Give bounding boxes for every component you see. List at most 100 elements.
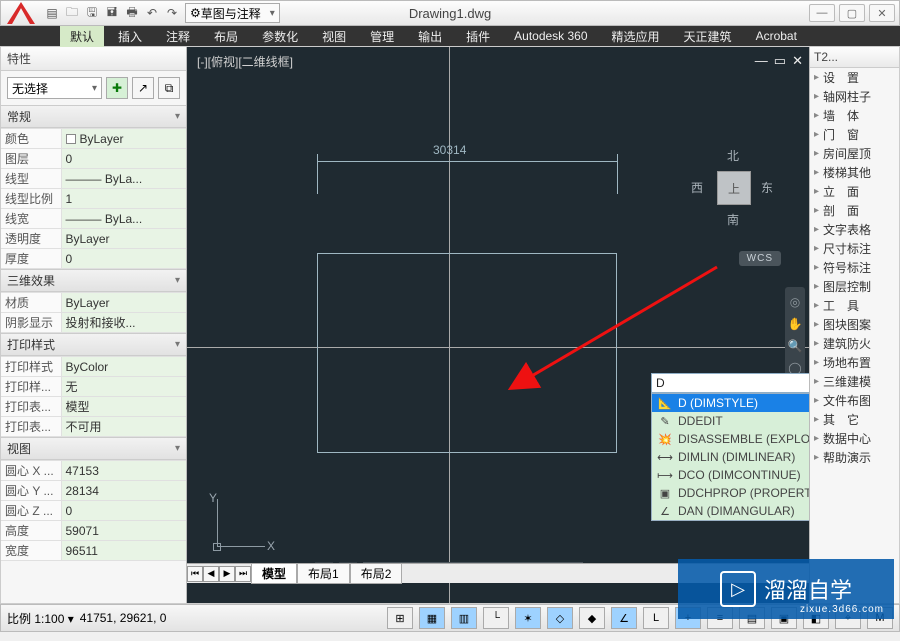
tab-last-icon[interactable]: ⏭ — [235, 566, 251, 582]
viewport-label[interactable]: [-][俯视][二维线框] — [197, 53, 293, 70]
sb-grid-icon[interactable]: ▥ — [451, 607, 477, 629]
ribbon-tab-acrobat[interactable]: Acrobat — [746, 27, 807, 45]
ritem-axis[interactable]: ▸轴网柱子 — [810, 87, 899, 106]
ribbon-tab-tianzheng[interactable]: 天正建筑 — [674, 26, 742, 47]
save-icon[interactable]: 🖫 — [83, 4, 101, 22]
tab-first-icon[interactable]: ⏮ — [187, 566, 203, 582]
sb-polar-icon[interactable]: ✶ — [515, 607, 541, 629]
sb-infer-icon[interactable]: ⊞ — [387, 607, 413, 629]
ac-item-dimlinear[interactable]: ⟷DIMLIN (DIMLINEAR) — [652, 448, 809, 466]
ritem-site[interactable]: ▸场地布置 — [810, 353, 899, 372]
sb-otrack-icon[interactable]: ∠ — [611, 607, 637, 629]
group-plot[interactable]: 打印样式▾ — [1, 333, 186, 356]
ritem-3dmodel[interactable]: ▸三维建模 — [810, 372, 899, 391]
ac-item-properties[interactable]: ▣DDCHPROP (PROPERTIES) — [652, 484, 809, 502]
tab-model[interactable]: 模型 — [251, 564, 297, 584]
app-logo[interactable] — [7, 2, 35, 24]
steering-wheel-icon[interactable]: ◎ — [790, 295, 800, 309]
viewcube-east[interactable]: 东 — [761, 179, 773, 196]
ribbon-tab-featured[interactable]: 精选应用 — [602, 26, 670, 47]
ribbon-tab-output[interactable]: 输出 — [408, 26, 452, 47]
ribbon-tab-insert[interactable]: 插入 — [108, 26, 152, 47]
ritem-other[interactable]: ▸其 它 — [810, 410, 899, 429]
ritem-wall[interactable]: ▸墙 体 — [810, 106, 899, 125]
ribbon-tab-manage[interactable]: 管理 — [360, 26, 404, 47]
sb-ducs-icon[interactable]: L — [643, 607, 669, 629]
viewcube-top-face[interactable]: 上 — [717, 171, 751, 205]
group-3d[interactable]: 三维效果▾ — [1, 269, 186, 292]
sb-qp-icon[interactable]: ▣ — [771, 607, 797, 629]
dw-close-icon[interactable]: ✕ — [792, 53, 803, 69]
ribbon-tab-addins[interactable]: 插件 — [456, 26, 500, 47]
viewcube-north[interactable]: 北 — [727, 147, 739, 164]
ribbon-tab-parametric[interactable]: 参数化 — [252, 26, 308, 47]
ritem-tools[interactable]: ▸工 具 — [810, 296, 899, 315]
close-button[interactable]: ✕ — [869, 4, 895, 22]
viewcube-south[interactable]: 南 — [727, 211, 739, 228]
ac-item-dimcontinue[interactable]: ⟼DCO (DIMCONTINUE) — [652, 466, 809, 484]
ritem-block[interactable]: ▸图块图案 — [810, 315, 899, 334]
ritem-data[interactable]: ▸数据中心 — [810, 429, 899, 448]
sb-osnap-icon[interactable]: ◇ — [547, 607, 573, 629]
tab-layout1[interactable]: 布局1 — [297, 564, 350, 584]
scale-label[interactable]: 比例 1:100 ▾ — [7, 610, 74, 627]
viewcube[interactable]: 北 南 西 东 上 — [679, 133, 789, 243]
sb-3dosnap-icon[interactable]: ◆ — [579, 607, 605, 629]
sb-model-btn[interactable]: M — [867, 607, 893, 629]
ritem-door[interactable]: ▸门 窗 — [810, 125, 899, 144]
sb-lwt-icon[interactable]: ≡ — [707, 607, 733, 629]
sb-am-icon[interactable]: ⌖ — [835, 607, 861, 629]
ritem-symbol[interactable]: ▸符号标注 — [810, 258, 899, 277]
ritem-fire[interactable]: ▸建筑防火 — [810, 334, 899, 353]
sb-ortho-icon[interactable]: └ — [483, 607, 509, 629]
new-icon[interactable]: ▤ — [43, 4, 61, 22]
sb-snap-icon[interactable]: ▦ — [419, 607, 445, 629]
dw-minimize-icon[interactable]: — — [755, 53, 768, 69]
ac-item-dimangular[interactable]: ∠DAN (DIMANGULAR) — [652, 502, 809, 520]
ritem-settings[interactable]: ▸设 置 — [810, 68, 899, 87]
sb-sc-icon[interactable]: ◧ — [803, 607, 829, 629]
ac-item-explode[interactable]: 💥DISASSEMBLE (EXPLODE) — [652, 430, 809, 448]
pan-icon[interactable]: ✋ — [788, 317, 803, 331]
workspace-selector[interactable]: ⚙ 草图与注释 — [185, 3, 280, 23]
maximize-button[interactable]: ▢ — [839, 4, 865, 22]
wcs-badge[interactable]: WCS — [739, 251, 781, 266]
undo-icon[interactable]: ↶ — [143, 4, 161, 22]
ac-item-dimstyle[interactable]: 📐D (DIMSTYLE) — [652, 394, 809, 412]
ribbon-tab-layout[interactable]: 布局 — [204, 26, 248, 47]
plot-icon[interactable]: 🖶 — [123, 4, 141, 22]
dw-restore-icon[interactable]: ▭ — [774, 53, 786, 69]
tab-next-icon[interactable]: ▶ — [219, 566, 235, 582]
ritem-elevation[interactable]: ▸立 面 — [810, 182, 899, 201]
pickadd-icon[interactable]: ⧉ — [158, 77, 180, 99]
group-view[interactable]: 视图▾ — [1, 437, 186, 460]
ritem-room[interactable]: ▸房间屋顶 — [810, 144, 899, 163]
drawing-canvas[interactable]: [-][俯视][二维线框] — ▭ ✕ 30314 北 南 西 东 上 WCS … — [187, 47, 809, 603]
ritem-text[interactable]: ▸文字表格 — [810, 220, 899, 239]
ritem-file[interactable]: ▸文件布图 — [810, 391, 899, 410]
ribbon-tab-a360[interactable]: Autodesk 360 — [504, 27, 597, 45]
ritem-dim[interactable]: ▸尺寸标注 — [810, 239, 899, 258]
ritem-stair[interactable]: ▸楼梯其他 — [810, 163, 899, 182]
redo-icon[interactable]: ↷ — [163, 4, 181, 22]
ritem-section[interactable]: ▸剖 面 — [810, 201, 899, 220]
saveas-icon[interactable]: 🖬 — [103, 4, 121, 22]
select-objects-icon[interactable]: ↗ — [132, 77, 154, 99]
ribbon-tab-default[interactable]: 默认 — [60, 26, 104, 47]
command-input[interactable] — [651, 373, 809, 393]
ribbon-tab-view[interactable]: 视图 — [312, 26, 356, 47]
selection-combo[interactable]: 无选择 — [7, 77, 102, 99]
minimize-button[interactable]: — — [809, 4, 835, 22]
ritem-layer[interactable]: ▸图层控制 — [810, 277, 899, 296]
group-general[interactable]: 常规▾ — [1, 105, 186, 128]
sb-tpy-icon[interactable]: ▤ — [739, 607, 765, 629]
tab-layout2[interactable]: 布局2 — [350, 564, 403, 584]
ribbon-tab-annotate[interactable]: 注释 — [156, 26, 200, 47]
viewcube-west[interactable]: 西 — [691, 179, 703, 196]
sb-dyn-icon[interactable]: + — [675, 607, 701, 629]
ac-item-ddedit[interactable]: ✎DDEDIT — [652, 412, 809, 430]
open-icon[interactable]: 🗀 — [63, 4, 81, 22]
quickselect-icon[interactable]: ✚ — [106, 77, 128, 99]
tab-prev-icon[interactable]: ◀ — [203, 566, 219, 582]
zoom-icon[interactable]: 🔍 — [788, 339, 803, 353]
